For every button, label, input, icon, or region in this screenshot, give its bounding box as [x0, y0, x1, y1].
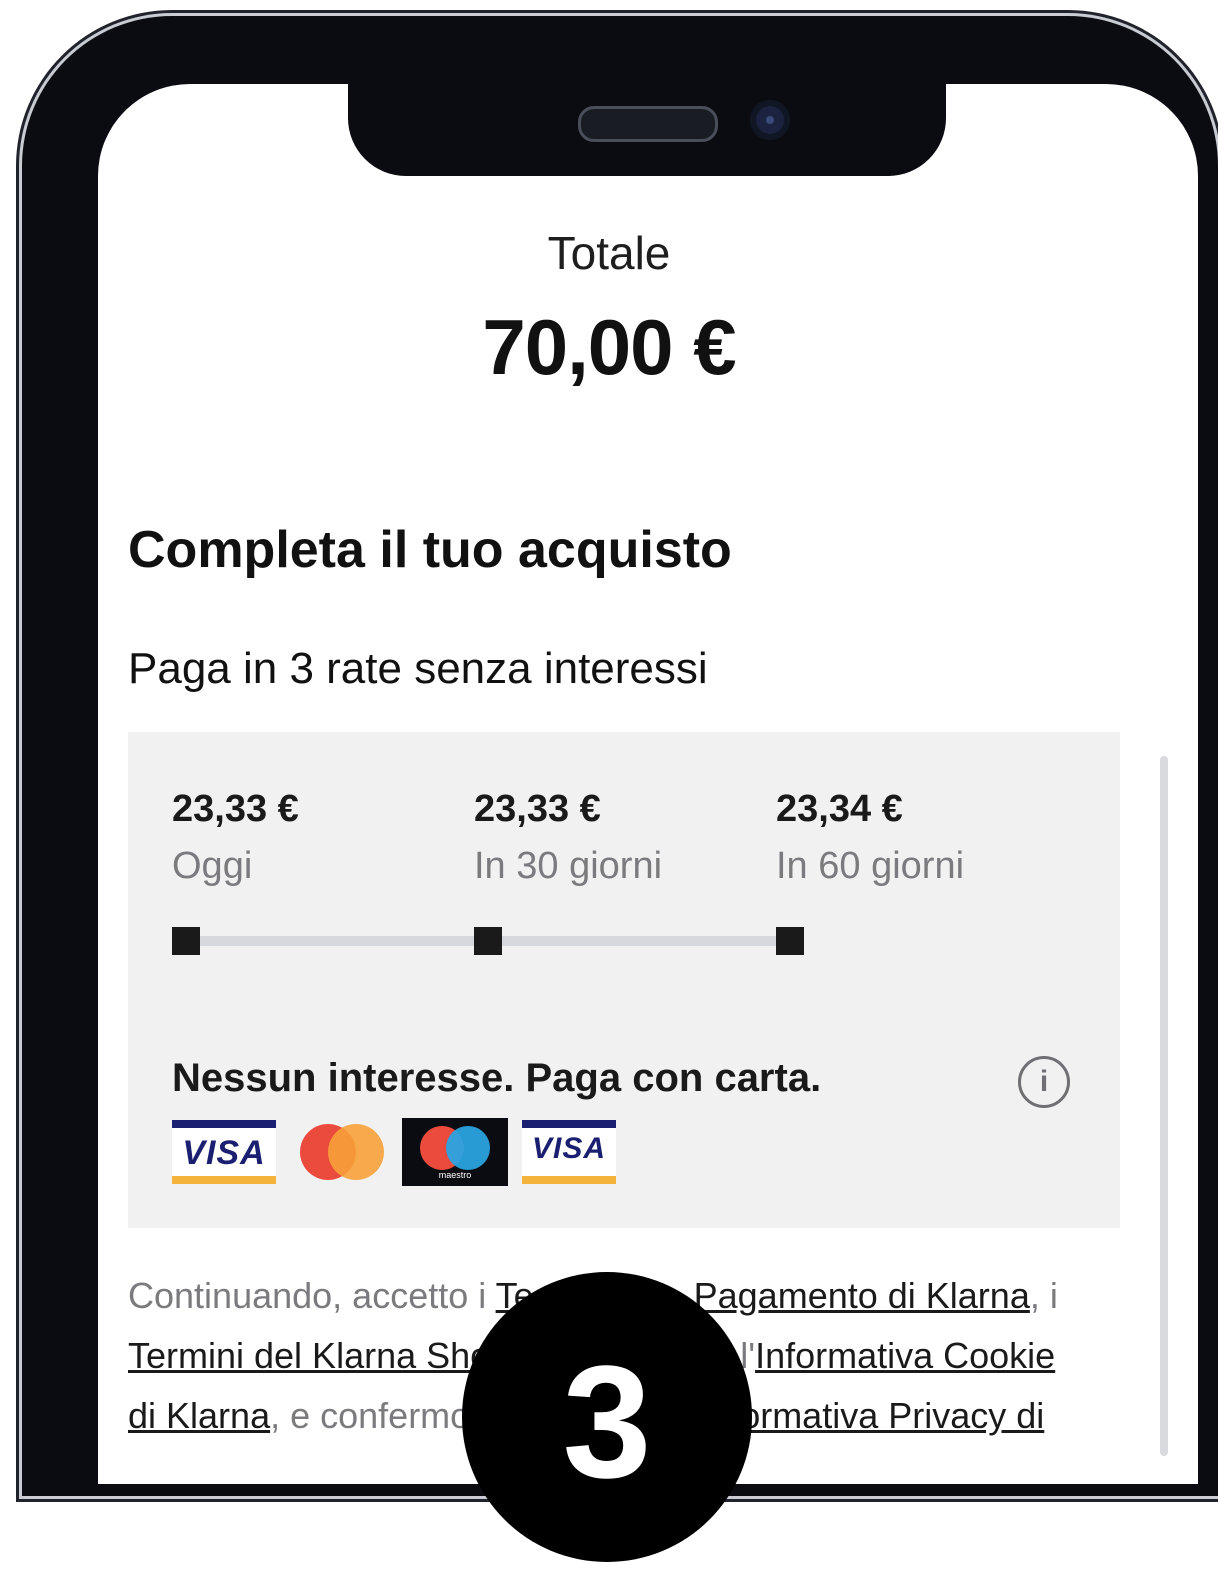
- timeline-segment: [490, 936, 790, 946]
- scrollbar[interactable]: [1160, 756, 1168, 1456]
- info-icon[interactable]: i: [1018, 1056, 1070, 1108]
- visa-electron-logo-text: VISA: [531, 1132, 607, 1165]
- installment-2: 23,33 € In 30 giorni: [474, 788, 662, 888]
- timeline-node: [474, 927, 502, 955]
- installment-amount: 23,34 €: [776, 788, 903, 830]
- legal-text-segment: , e confermo: [270, 1395, 471, 1436]
- visa-logo-text: VISA: [182, 1134, 266, 1172]
- installment-3: 23,34 € In 60 giorni: [776, 788, 964, 888]
- plan-title: Paga in 3 rate senza interessi: [128, 644, 708, 693]
- visa-logo: VISA: [172, 1120, 276, 1184]
- installment-1: 23,33 € Oggi: [172, 788, 299, 888]
- phone-notch: [348, 66, 946, 176]
- visa-electron-logo: VISA: [522, 1120, 616, 1184]
- card-payment-notice: Nessun interesse. Paga con carta.: [172, 1056, 822, 1100]
- installment-date: Oggi: [172, 845, 253, 887]
- speaker-grille: [578, 106, 718, 142]
- installment-date: In 30 giorni: [474, 845, 663, 887]
- link-payment-terms[interactable]: Pagamento di Klarna: [694, 1275, 1030, 1316]
- legal-text-segment: Continuando, accetto i: [128, 1275, 496, 1316]
- timeline-segment: [188, 936, 488, 946]
- maestro-logo-text: maestro: [438, 1170, 472, 1180]
- total-amount: 70,00 €: [482, 303, 736, 391]
- link-cookie-policy-end[interactable]: di Klarna: [128, 1395, 270, 1436]
- link-shopping-terms[interactable]: Termini del Klarna Sho: [128, 1335, 490, 1376]
- legal-text-segment: , i: [1029, 1275, 1058, 1316]
- installment-amount: 23,33 €: [172, 788, 299, 830]
- mastercard-logo: [290, 1120, 394, 1184]
- page-title: Completa il tuo acquisto: [128, 521, 732, 579]
- link-cookie-policy[interactable]: Informativa Cookie: [755, 1335, 1055, 1376]
- total-label: Totale: [547, 227, 671, 279]
- step-number-badge: 3: [462, 1272, 752, 1562]
- payment-plan-card[interactable]: 23,33 € Oggi 23,33 € In 30 giorni 23,34 …: [128, 732, 1120, 1228]
- timeline-node: [776, 927, 804, 955]
- link-privacy-policy[interactable]: ormativa Privacy di: [740, 1395, 1044, 1436]
- front-camera-icon: [750, 100, 790, 140]
- installment-amount: 23,33 €: [474, 788, 601, 830]
- timeline-node: [172, 927, 200, 955]
- maestro-logo: maestro: [402, 1118, 508, 1186]
- installment-date: In 60 giorni: [776, 845, 965, 887]
